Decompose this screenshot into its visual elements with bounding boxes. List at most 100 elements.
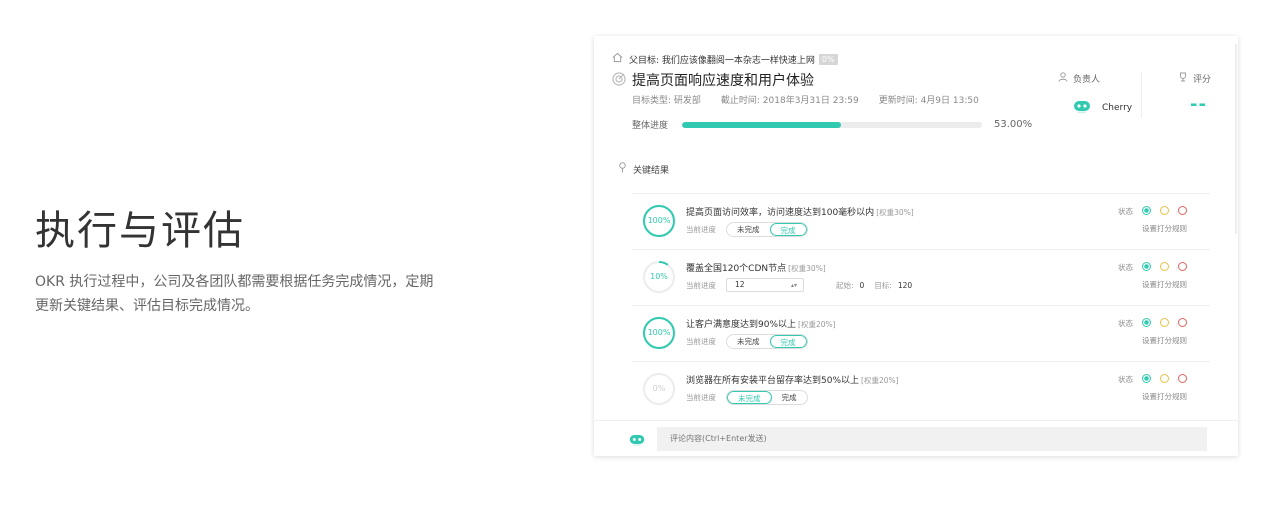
okr-detail-panel: 父目标: 我们应该像翻阅一本杂志一样快速上网 0% 提高页面响应速度和用户体验 … — [594, 36, 1238, 456]
kr-done-toggle[interactable]: 未完成 完成 — [726, 334, 808, 349]
header-divider — [1141, 72, 1142, 118]
complete-option[interactable]: 完成 — [769, 223, 807, 236]
home-icon — [612, 52, 623, 66]
kr-status-options — [1142, 374, 1196, 383]
status-green-radio[interactable] — [1142, 206, 1151, 215]
kr-status-label: 状态 — [1118, 375, 1133, 384]
kr-done-toggle[interactable]: 未完成 完成 — [726, 390, 808, 405]
kr-weight: [权重20%] — [861, 376, 899, 385]
kr-title-text: 浏览器在所有安装平台留存率达到50%以上 — [686, 376, 860, 386]
key-result-item: 100% 提高页面访问效率，访问速度达到100毫秒以内 [权重30%] 当前进度 … — [632, 193, 1210, 249]
objective-updated: 更新时间: 4月9日 13:50 — [878, 96, 979, 106]
scoring-rule-link[interactable]: 设置打分规则 — [1142, 279, 1187, 290]
robot-avatar-icon — [628, 432, 646, 451]
kr-progress-control: 当前进度 未完成 完成 — [686, 334, 808, 349]
kr-start-target: 起始: 0 目标: 120 — [836, 280, 922, 291]
parent-objective[interactable]: 父目标: 我们应该像翻阅一本杂志一样快速上网 0% — [612, 52, 838, 66]
status-red-radio[interactable] — [1178, 206, 1187, 215]
kr-weight: [权重30%] — [788, 264, 826, 273]
status-red-radio[interactable] — [1178, 374, 1187, 383]
kr-progress-caption: 当前进度 — [686, 393, 716, 402]
status-green-radio[interactable] — [1142, 374, 1151, 383]
score-header: 评分 — [1178, 72, 1211, 85]
status-yellow-radio[interactable] — [1160, 206, 1169, 215]
owner-label: 负责人 — [1073, 75, 1101, 85]
kr-progress-percent: 100% — [647, 328, 671, 337]
parent-objective-label: 父目标: 我们应该像翻阅一本杂志一样快速上网 — [629, 55, 815, 66]
kr-progress-control: 当前进度 未完成 完成 — [686, 222, 808, 237]
objective-title: 提高页面响应速度和用户体验 — [632, 73, 814, 89]
key-results-title: 关键结果 — [633, 165, 670, 176]
kr-start-label: 起始: — [836, 280, 854, 290]
scoring-rule-link[interactable]: 设置打分规则 — [1142, 391, 1187, 402]
kr-target-label: 目标: — [874, 280, 892, 290]
status-yellow-radio[interactable] — [1160, 318, 1169, 327]
key-result-item: 0% 浏览器在所有安装平台留存率达到50%以上 [权重20%] 当前进度 未完成 … — [632, 361, 1210, 417]
incomplete-option[interactable]: 未完成 — [727, 223, 770, 236]
kr-status-options — [1142, 262, 1196, 271]
robot-avatar-icon — [1072, 98, 1092, 117]
status-green-radio[interactable] — [1142, 262, 1151, 271]
kr-title: 浏览器在所有安装平台留存率达到50%以上 [权重20%] — [686, 373, 899, 386]
key-result-item: 10% 覆盖全国120个CDN节点 [权重30%] 当前进度 12 ▴▾ 起始: 0… — [632, 249, 1210, 305]
kr-progress-caption: 当前进度 — [686, 280, 716, 290]
trophy-icon — [1178, 72, 1188, 85]
complete-option[interactable]: 完成 — [769, 335, 807, 348]
hero-description: OKR 执行过程中，公司及各团队都需要根据任务完成情况，定期更新关键结果、评估目… — [35, 274, 434, 314]
comment-input[interactable] — [657, 427, 1207, 451]
kr-done-toggle[interactable]: 未完成 完成 — [726, 222, 808, 237]
incomplete-option[interactable]: 未完成 — [727, 335, 770, 348]
objective-deadline: 截止时间: 2018年3月31日 23:59 — [720, 96, 859, 106]
parent-progress-badge: 0% — [818, 53, 838, 65]
kr-weight: [权重20%] — [798, 320, 836, 329]
kr-progress-percent: 100% — [647, 216, 671, 225]
overall-progress: 整体进度 53.00% — [632, 118, 1032, 131]
owner[interactable]: Cherry — [1072, 98, 1132, 117]
status-yellow-radio[interactable] — [1160, 262, 1169, 271]
kr-progress-control: 当前进度 12 ▴▾ 起始: 0 目标: 120 — [686, 278, 922, 292]
side-scrollbar[interactable] — [1235, 44, 1237, 234]
owner-header: 负责人 — [1058, 72, 1100, 85]
kr-title: 提高页面访问效率，访问速度达到100毫秒以内 [权重30%] — [686, 205, 914, 218]
status-green-radio[interactable] — [1142, 318, 1151, 327]
stepper-value: 12 — [735, 280, 745, 289]
score-value[interactable]: -- — [1190, 94, 1207, 115]
kr-progress-caption: 当前进度 — [686, 225, 716, 234]
hero-title: 执行与评估 — [35, 208, 245, 254]
progress-percent: 53.00% — [994, 119, 1033, 130]
score-label: 评分 — [1193, 75, 1212, 85]
kr-title: 覆盖全国120个CDN节点 [权重30%] — [686, 261, 826, 274]
kr-status-options — [1142, 318, 1196, 327]
objective-meta: 目标类型: 研发部 截止时间: 2018年3月31日 23:59 更新时间: 4… — [632, 93, 999, 106]
key-results-header: 关键结果 — [618, 162, 669, 176]
progress-bar — [682, 121, 983, 128]
complete-option[interactable]: 完成 — [772, 391, 807, 404]
kr-status-options — [1142, 206, 1196, 215]
progress-label: 整体进度 — [632, 121, 669, 131]
objective-type: 目标类型: 研发部 — [632, 96, 701, 106]
kr-progress-control: 当前进度 未完成 完成 — [686, 390, 808, 405]
key-results-list: 100% 提高页面访问效率，访问速度达到100毫秒以内 [权重30%] 当前进度 … — [632, 193, 1210, 417]
incomplete-option[interactable]: 未完成 — [727, 391, 772, 404]
kr-weight: [权重30%] — [876, 208, 914, 217]
kr-status-label: 状态 — [1118, 263, 1133, 272]
kr-progress-percent: 10% — [650, 272, 668, 281]
target-icon — [612, 71, 626, 90]
kr-title: 让客户满意度达到90%以上 [权重20%] — [686, 317, 836, 330]
kr-title-text: 提高页面访问效率，访问速度达到100毫秒以内 — [686, 208, 875, 218]
kr-current-value-stepper[interactable]: 12 ▴▾ — [726, 278, 804, 292]
status-red-radio[interactable] — [1178, 262, 1187, 271]
status-yellow-radio[interactable] — [1160, 374, 1169, 383]
status-red-radio[interactable] — [1178, 318, 1187, 327]
kr-target-value: 120 — [897, 280, 913, 290]
kr-status-label: 状态 — [1118, 207, 1133, 216]
kr-title-text: 让客户满意度达到90%以上 — [686, 320, 797, 330]
scoring-rule-link[interactable]: 设置打分规则 — [1142, 223, 1187, 234]
comment-bar — [594, 420, 1238, 456]
kr-start-value: 0 — [859, 280, 865, 290]
spinner-arrows-icon[interactable]: ▴▾ — [791, 280, 797, 292]
scoring-rule-link[interactable]: 设置打分规则 — [1142, 335, 1187, 346]
owner-name: Cherry — [1102, 102, 1133, 113]
kr-status-label: 状态 — [1118, 319, 1133, 328]
pin-icon — [618, 162, 627, 176]
